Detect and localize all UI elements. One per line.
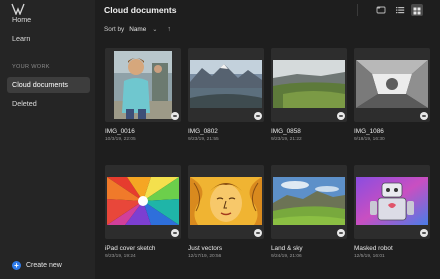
cloud-sync-icon bbox=[171, 112, 179, 120]
document-thumbnail[interactable] bbox=[188, 165, 264, 239]
toolbar-divider bbox=[357, 4, 358, 16]
main-content: Cloud documents Sort by Name ⌄ ↑ IMG_001… bbox=[95, 0, 440, 279]
document-date: 9/23/19, 19:24 bbox=[105, 254, 136, 259]
chevron-down-icon[interactable]: ⌄ bbox=[152, 26, 157, 33]
document-name: IMG_0016 bbox=[105, 128, 135, 135]
cloud-sync-icon bbox=[337, 112, 345, 120]
document-card[interactable]: IMG_0858 9/23/19, 21:22 bbox=[271, 48, 347, 142]
document-name: IMG_0858 bbox=[271, 128, 301, 135]
arrow-up-icon[interactable]: ↑ bbox=[167, 26, 171, 33]
photo-thumbnail-image bbox=[114, 51, 172, 119]
cloud-sync-icon bbox=[254, 229, 262, 237]
document-card[interactable]: IMG_1086 9/18/19, 16:30 bbox=[354, 48, 430, 142]
document-name: iPad cover sketch bbox=[105, 245, 156, 252]
document-name: Masked robot bbox=[354, 245, 393, 252]
document-date: 10/3/19, 22:05 bbox=[105, 137, 136, 142]
cloud-sync-icon bbox=[171, 229, 179, 237]
document-name: Just vectors bbox=[188, 245, 223, 252]
document-card[interactable]: iPad cover sketch 9/23/19, 19:24 bbox=[105, 165, 181, 259]
photo-thumbnail-image bbox=[273, 177, 345, 225]
sidebar-item-cloud-documents[interactable]: Cloud documents bbox=[7, 77, 90, 93]
page-title: Cloud documents bbox=[104, 5, 177, 15]
document-thumbnail[interactable] bbox=[271, 48, 347, 122]
document-date: 9/24/19, 21:06 bbox=[271, 254, 302, 259]
document-card[interactable]: IMG_0016 10/3/19, 22:05 bbox=[105, 48, 181, 142]
document-card[interactable]: Land & sky 9/24/19, 21:06 bbox=[271, 165, 347, 259]
sidebar-item-home[interactable]: Home bbox=[7, 12, 90, 28]
document-thumbnail[interactable] bbox=[354, 165, 430, 239]
cloud-sync-icon bbox=[420, 229, 428, 237]
photo-thumbnail-image bbox=[356, 177, 428, 225]
document-thumbnail[interactable] bbox=[271, 165, 347, 239]
document-card[interactable]: Just vectors 12/17/19, 20:56 bbox=[188, 165, 264, 259]
list-view-icon[interactable] bbox=[394, 4, 406, 16]
photo-thumbnail-image bbox=[190, 177, 262, 225]
sort-bar: Sort by Name ⌄ ↑ bbox=[104, 24, 171, 34]
photo-thumbnail-image bbox=[273, 60, 345, 108]
document-date: 9/23/19, 21:22 bbox=[271, 137, 302, 142]
create-new-button[interactable]: + Create new bbox=[12, 259, 62, 271]
document-thumbnail[interactable] bbox=[354, 48, 430, 122]
sort-dropdown[interactable]: Name bbox=[129, 26, 146, 33]
document-date: 12/17/19, 20:56 bbox=[188, 254, 222, 259]
plus-circle-icon: + bbox=[12, 260, 21, 270]
create-new-label: Create new bbox=[26, 261, 62, 269]
document-name: Land & sky bbox=[271, 245, 303, 252]
sidebar: Home Learn YOUR WORK Cloud documents Del… bbox=[0, 0, 95, 279]
document-date: 9/23/19, 21:55 bbox=[188, 137, 219, 142]
document-date: 9/18/19, 16:30 bbox=[354, 137, 385, 142]
photo-thumbnail-image bbox=[356, 60, 428, 108]
sidebar-item-deleted[interactable]: Deleted bbox=[7, 96, 90, 112]
document-date: 12/5/19, 16:01 bbox=[354, 254, 385, 259]
photo-thumbnail-image bbox=[107, 177, 179, 225]
document-name: IMG_1086 bbox=[354, 128, 384, 135]
photo-thumbnail-image bbox=[190, 60, 262, 108]
document-card[interactable]: Masked robot 12/5/19, 16:01 bbox=[354, 165, 430, 259]
document-thumbnail[interactable] bbox=[105, 48, 181, 122]
cloud-sync-icon bbox=[337, 229, 345, 237]
document-card[interactable]: IMG_0802 9/23/19, 21:55 bbox=[188, 48, 264, 142]
sort-label: Sort by bbox=[104, 25, 125, 33]
cloud-sync-icon bbox=[420, 112, 428, 120]
document-thumbnail[interactable] bbox=[188, 48, 264, 122]
sidebar-item-learn[interactable]: Learn bbox=[7, 31, 90, 47]
section-label-your-work: YOUR WORK bbox=[12, 64, 50, 70]
folder-sync-icon[interactable] bbox=[375, 4, 387, 16]
grid-view-button[interactable] bbox=[411, 4, 423, 16]
document-name: IMG_0802 bbox=[188, 128, 218, 135]
document-thumbnail[interactable] bbox=[105, 165, 181, 239]
cloud-sync-icon bbox=[254, 112, 262, 120]
grid-view-icon bbox=[413, 7, 421, 15]
